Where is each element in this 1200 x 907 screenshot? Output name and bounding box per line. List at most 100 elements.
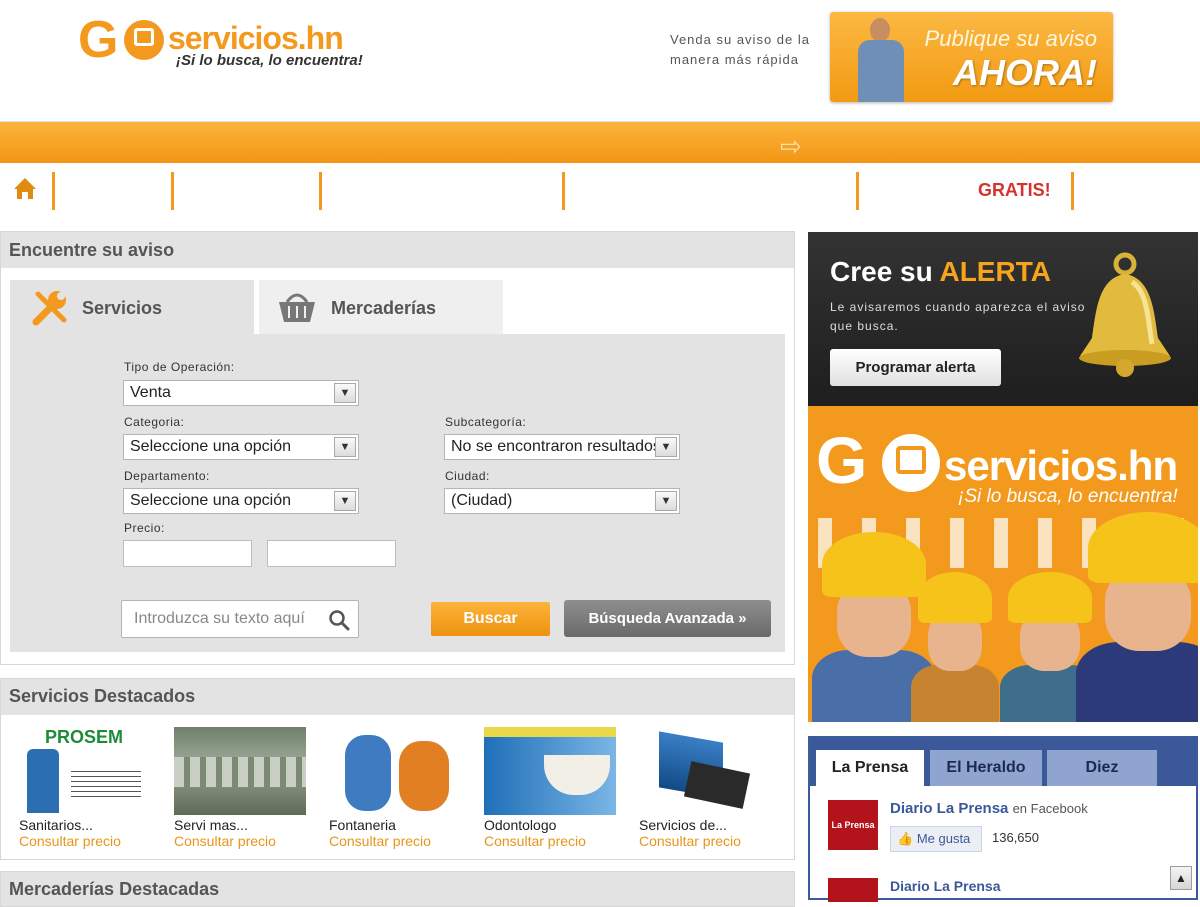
arrow-right-icon[interactable]: ⇨	[780, 131, 802, 162]
la-prensa-logo[interactable]: La Prensa	[828, 800, 878, 850]
worker-image	[910, 572, 1000, 722]
tab-servicios-label: Servicios	[82, 298, 163, 318]
ciudad-value: (Ciudad)	[451, 492, 513, 509]
featured-item-image[interactable]	[484, 727, 616, 815]
tab-mercaderias[interactable]: Mercaderías	[259, 280, 503, 334]
fb-page-name[interactable]: Diario La Prensa en Facebook	[890, 800, 1088, 817]
site-logo[interactable]: G servicios.hn ¡Si lo busca, lo encuentr…	[78, 11, 378, 74]
featured-item-name: Fontaneria	[329, 817, 396, 833]
tipo-label: Tipo de Operación:	[124, 360, 235, 374]
nav-separator	[171, 172, 174, 210]
thumbs-up-icon: 👍	[897, 831, 914, 846]
search-icon[interactable]	[328, 609, 350, 631]
busqueda-avanzada-button[interactable]: Búsqueda Avanzada »	[564, 600, 771, 637]
featured-item-price[interactable]: Consultar precio	[19, 833, 159, 849]
nav-separator	[1071, 172, 1074, 210]
publish-now-banner[interactable]: Publique su aviso AHORA!	[830, 12, 1113, 102]
publish-line2: AHORA!	[953, 52, 1097, 93]
logo-screen-icon	[124, 20, 164, 60]
featured-item-price[interactable]: Consultar precio	[174, 833, 314, 849]
alert-title: Cree su ALERTA	[830, 256, 1051, 288]
chevron-down-icon: ▼	[334, 383, 356, 403]
tab-diez[interactable]: Diez	[1047, 750, 1157, 786]
search-panel-title: Encuentre su aviso	[1, 232, 794, 268]
ciudad-select[interactable]: (Ciudad) ▼	[444, 488, 680, 514]
nav-separator	[856, 172, 859, 210]
bell-icon	[1079, 252, 1171, 377]
categoria-select[interactable]: Seleccione una opción ▼	[123, 434, 359, 460]
fb-post-author[interactable]: Diario La Prensa	[890, 878, 1001, 894]
precio-label: Precio:	[124, 521, 165, 535]
departamento-select[interactable]: Seleccione una opción ▼	[123, 488, 359, 514]
featured-goods-title: Mercaderías Destacadas	[0, 871, 795, 907]
basket-icon	[279, 293, 315, 322]
tipo-operacion-select[interactable]: Venta ▼	[123, 380, 359, 406]
tipo-value: Venta	[130, 384, 171, 401]
featured-item-price[interactable]: Consultar precio	[639, 833, 779, 849]
featured-item-name: Sanitarios...	[19, 817, 93, 833]
nav-separator	[562, 172, 565, 210]
featured-item-name: Odontologo	[484, 817, 557, 833]
alert-title-highlight: ALERTA	[939, 256, 1051, 287]
search-panel: Encuentre su aviso Servicios Mercaderías…	[0, 231, 795, 665]
departamento-label: Departamento:	[124, 469, 210, 483]
alert-subtitle: Le avisaremos cuando aparezca el aviso q…	[830, 300, 1086, 333]
featured-item[interactable]: Fontaneria Consultar precio	[329, 727, 469, 849]
site-header: G servicios.hn ¡Si lo busca, lo encuentr…	[0, 0, 1200, 120]
featured-item[interactable]: Servi mas... Consultar precio	[174, 727, 314, 849]
orange-strip: ⇨	[0, 121, 1200, 163]
featured-item[interactable]: Odontologo Consultar precio	[484, 727, 624, 849]
ciudad-label: Ciudad:	[445, 469, 490, 483]
nav-gratis-link[interactable]: GRATIS!	[978, 180, 1051, 201]
featured-services: Servicios Destacados PROSEM Sanitarios..…	[0, 678, 795, 860]
nav-separator	[52, 172, 55, 210]
programar-alerta-button[interactable]: Programar alerta	[830, 349, 1001, 386]
featured-item-image[interactable]: PROSEM	[19, 727, 151, 815]
search-placeholder: Introduzca su texto aquí	[134, 610, 305, 627]
tab-el-heraldo[interactable]: El Heraldo	[930, 750, 1042, 786]
news-widget: La Prensa El Heraldo Diez La Prensa Diar…	[808, 736, 1198, 902]
buscar-button[interactable]: Buscar	[431, 602, 550, 636]
scroll-up-button[interactable]: ▲	[1170, 866, 1192, 890]
featured-item-price[interactable]: Consultar precio	[484, 833, 624, 849]
ad-slogan: ¡Si lo busca, lo encuentra!	[958, 486, 1178, 507]
goservicios-ad[interactable]: G servicios.hn ¡Si lo busca, lo encuentr…	[808, 406, 1198, 722]
tab-mercaderias-label: Mercaderías	[331, 298, 437, 318]
nav-separator	[319, 172, 322, 210]
like-count: 136,650	[992, 830, 1039, 845]
fb-page-name-text: Diario La Prensa	[890, 800, 1009, 817]
precio-max-input[interactable]	[267, 540, 396, 567]
subcategoria-select[interactable]: No se encontraron resultados ▼	[444, 434, 680, 460]
featured-item-image[interactable]	[174, 727, 306, 815]
like-button[interactable]: 👍 Me gusta	[890, 826, 982, 852]
featured-item-name: Servicios de...	[639, 817, 727, 833]
featured-item-name: Servi mas...	[174, 817, 248, 833]
tab-servicios[interactable]: Servicios	[10, 280, 254, 334]
featured-item-image[interactable]	[329, 727, 461, 815]
wrench-icon	[32, 291, 67, 326]
ad-logo-domain: servicios.hn	[944, 442, 1178, 489]
departamento-value: Seleccione una opción	[130, 492, 292, 509]
tab-la-prensa[interactable]: La Prensa	[816, 750, 924, 786]
featured-item-image[interactable]	[639, 727, 771, 815]
chevron-down-icon: ▼	[655, 437, 677, 457]
home-icon[interactable]	[14, 178, 36, 200]
like-label: Me gusta	[916, 831, 971, 846]
search-input[interactable]: Introduzca su texto aquí	[121, 600, 359, 638]
precio-min-input[interactable]	[123, 540, 252, 567]
chevron-down-icon: ▼	[655, 491, 677, 511]
logo-slogan: ¡Si lo busca, lo encuentra!	[176, 52, 363, 69]
subcategoria-value: No se encontraron resultados	[451, 438, 661, 455]
man-icon	[852, 18, 908, 102]
sell-text: Venda su aviso de la manera más rápida	[670, 32, 810, 67]
ad-logo-screen-icon	[882, 434, 940, 492]
featured-item[interactable]: PROSEM Sanitarios... Consultar precio	[19, 727, 159, 849]
logo-go: G	[78, 11, 118, 69]
main-nav: GRATIS!	[0, 166, 1200, 216]
alert-banner: Cree su ALERTA Le avisaremos cuando apar…	[808, 232, 1198, 406]
featured-item[interactable]: Servicios de... Consultar precio	[639, 727, 779, 849]
chevron-down-icon: ▼	[334, 437, 356, 457]
categoria-label: Categoria:	[124, 415, 185, 429]
featured-item-price[interactable]: Consultar precio	[329, 833, 469, 849]
featured-services-title: Servicios Destacados	[1, 679, 794, 715]
